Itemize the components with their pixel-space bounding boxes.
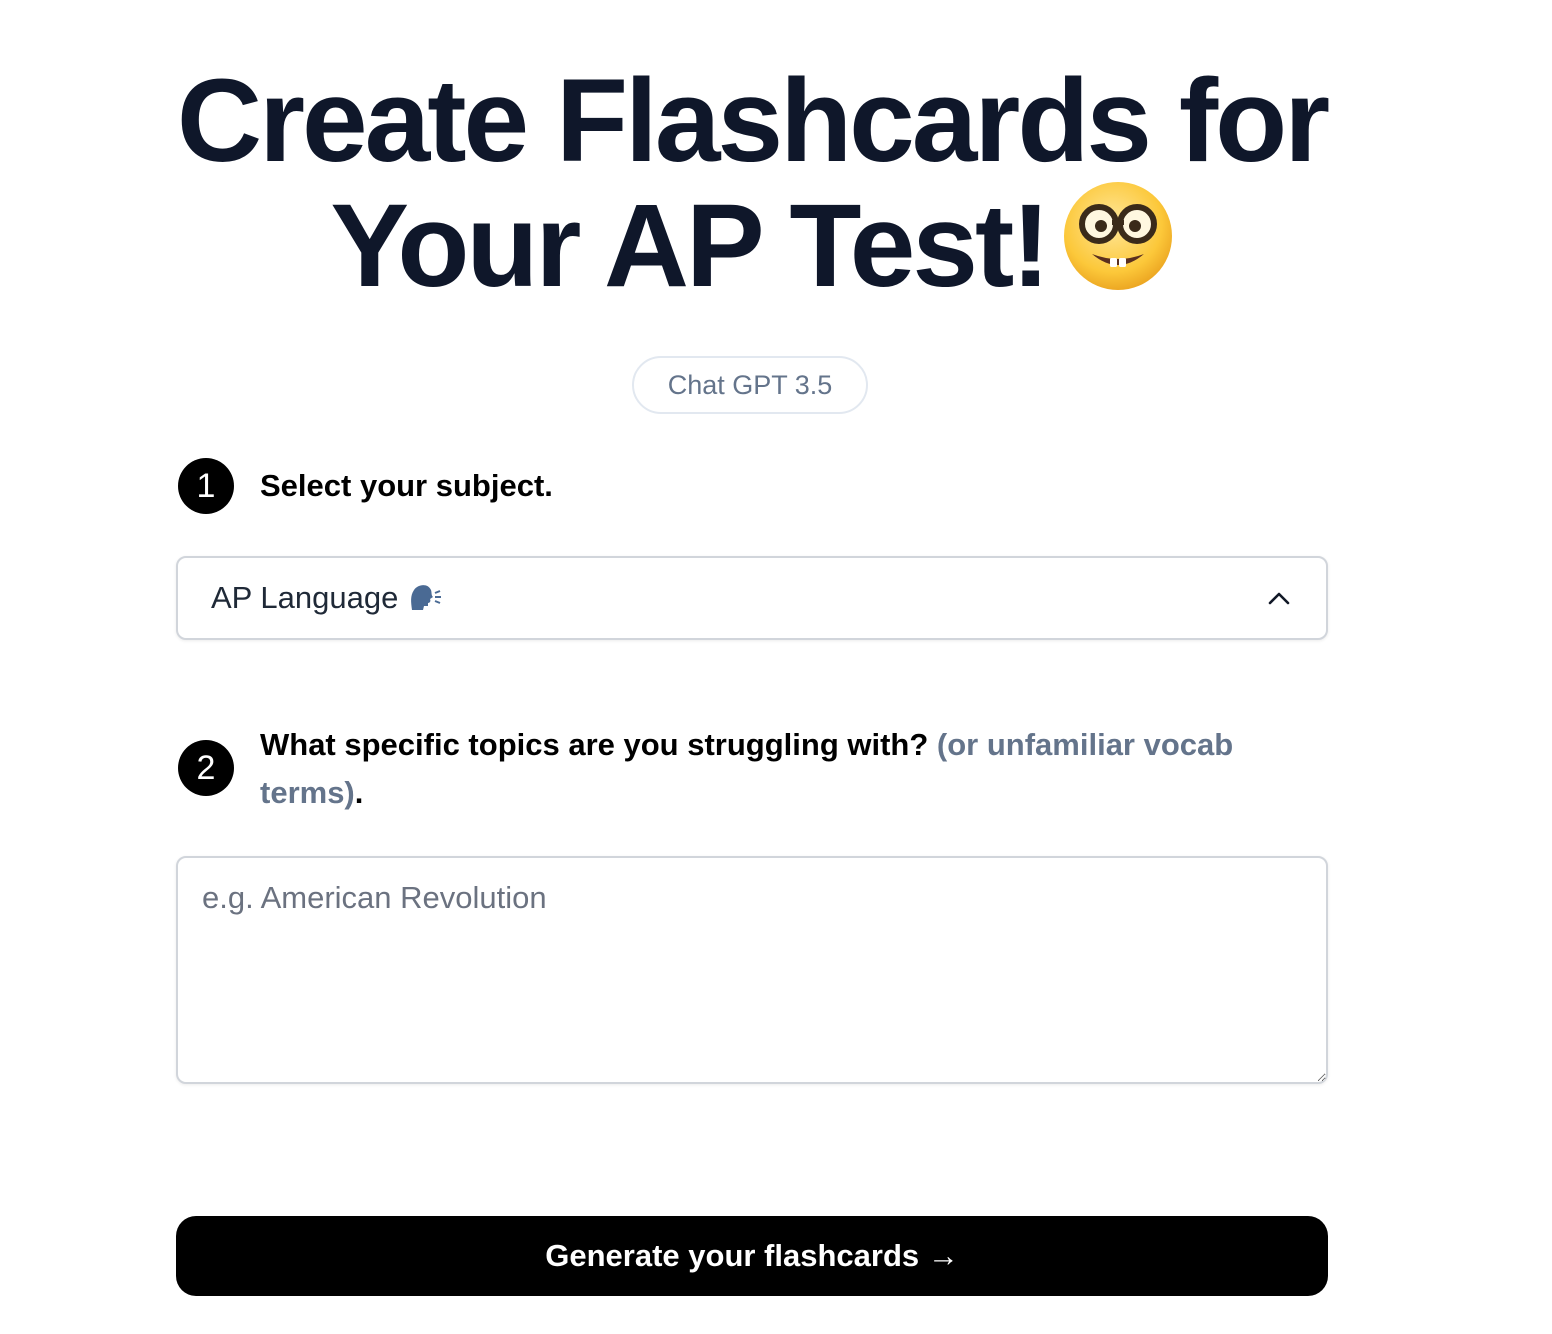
nerd-face-icon xyxy=(1062,180,1174,311)
step-1-label: Select your subject. xyxy=(260,468,553,503)
step-2-suffix: . xyxy=(354,775,364,810)
page-title-line-1: Create Flashcards for xyxy=(176,55,1330,187)
step-2-question: What specific topics are you struggling … xyxy=(260,727,929,762)
step-2-label: What specific topics are you struggling … xyxy=(260,721,1260,817)
generate-flashcards-button[interactable]: Generate your flashcards → xyxy=(176,1216,1328,1296)
page-title-line-2-text: Your AP Test! xyxy=(330,180,1050,312)
model-badge[interactable]: Chat GPT 3.5 xyxy=(632,356,868,414)
step-1-number: 1 xyxy=(178,458,234,514)
speaking-head-icon xyxy=(408,582,442,620)
page-title: Create Flashcards for Your AP Test! xyxy=(0,62,1504,311)
step-2-number: 2 xyxy=(178,740,234,796)
subject-select[interactable]: AP Language xyxy=(176,556,1328,640)
subject-select-value: AP Language xyxy=(211,580,442,620)
chevron-up-icon xyxy=(1268,592,1290,605)
subject-select-label: AP Language xyxy=(211,580,399,615)
page-title-line-2: Your AP Test! xyxy=(0,180,1504,311)
topics-input[interactable] xyxy=(176,856,1328,1084)
